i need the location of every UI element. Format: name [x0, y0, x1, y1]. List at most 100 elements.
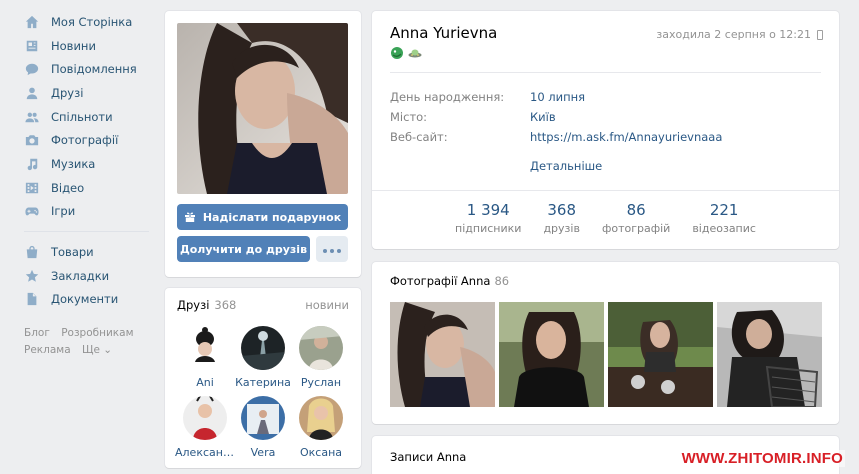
friend-name: Vera: [250, 446, 276, 459]
home-icon: [24, 14, 39, 29]
counter-number: 1 394: [466, 201, 510, 219]
photo-thumbnail[interactable]: [717, 302, 822, 407]
counter-label: фотографій: [601, 222, 671, 235]
counter-number: 86: [626, 201, 646, 219]
site-watermark: WWW.ZHITOMIR.INFO: [679, 450, 845, 467]
show-more-info-link[interactable]: Детальніше: [530, 159, 602, 173]
photo-thumbnail[interactable]: [390, 302, 495, 407]
sidebar-item-goods[interactable]: Товари: [20, 240, 155, 264]
sidebar-item-friends[interactable]: Друзі: [20, 81, 155, 105]
friends-news-link[interactable]: нoвини: [305, 298, 349, 312]
friend-name: Александ...: [175, 446, 235, 459]
profile-name: Anna Yurievna: [390, 24, 498, 42]
counter-label: друзів: [543, 222, 580, 235]
user-icon: [24, 85, 39, 100]
sidebar-item-music[interactable]: Музика: [20, 152, 155, 176]
add-friend-button[interactable]: Долучити до друзів: [177, 236, 310, 262]
friend-avatar: [183, 396, 227, 440]
photos-header[interactable]: Фотографії Anna 86: [390, 274, 509, 288]
counter-label: підписники: [455, 222, 522, 235]
dragon-emoji-icon[interactable]: [390, 46, 404, 60]
friends-header: Друзі 368 нoвини: [177, 298, 349, 312]
sidebar-item-games[interactable]: Ігри: [20, 200, 155, 224]
friend-item[interactable]: Оксана: [291, 396, 351, 459]
info-row-birthday: День народження: 10 липня: [390, 90, 585, 104]
sidebar-item-label: Музика: [51, 156, 96, 171]
sidebar-item-label: Спільноти: [51, 109, 113, 124]
city-link[interactable]: Київ: [530, 110, 556, 124]
send-gift-label: Надіслати подарунок: [202, 210, 342, 224]
last-seen-status: заходила 2 серпня о 12:21: [656, 28, 823, 41]
sidebar-item-bookmarks[interactable]: Закладки: [20, 264, 155, 288]
friend-avatar: [299, 326, 343, 370]
sidebar-item-news[interactable]: Новини: [20, 34, 155, 58]
posts-title[interactable]: Записи Anna: [390, 450, 466, 464]
friend-name: Руслан: [300, 376, 342, 389]
counter-number: 221: [709, 201, 739, 219]
left-sidebar: Моя Сторінка Новини Повідомлення Друзі С…: [20, 10, 155, 359]
counter-videos[interactable]: 221 відеозапис: [681, 201, 767, 235]
footer-link-developers[interactable]: Розробникам: [61, 327, 133, 339]
photo-thumbnail[interactable]: [608, 302, 713, 407]
friends-title[interactable]: Друзі: [177, 298, 209, 312]
info-row-city: Місто: Київ: [390, 110, 556, 124]
sidebar-item-photos[interactable]: Фотографії: [20, 128, 155, 152]
divider: [372, 190, 839, 191]
footer-link-ads[interactable]: Реклама: [24, 344, 71, 356]
sidebar-item-label: Повідомлення: [51, 62, 137, 77]
users-icon: [24, 109, 39, 124]
sidebar-divider: [24, 231, 149, 233]
friends-count: 368: [214, 298, 237, 312]
website-link[interactable]: https://m.ask.fm/Annayurievnaaa: [530, 130, 722, 144]
friend-avatar: [241, 326, 285, 370]
profile-badges: [390, 46, 422, 60]
photos-count: 86: [494, 274, 510, 288]
more-actions-button[interactable]: [316, 236, 348, 262]
gamepad-icon: [24, 204, 39, 219]
music-icon: [24, 156, 39, 171]
message-icon: [24, 62, 39, 77]
photo-thumbnail[interactable]: [499, 302, 604, 407]
friend-item[interactable]: Руслан: [291, 326, 351, 389]
counter-followers[interactable]: 1 394 підписники: [444, 201, 532, 235]
info-label: День народження:: [390, 90, 505, 104]
sidebar-item-label: Товари: [51, 245, 94, 260]
sidebar-item-messages[interactable]: Повідомлення: [20, 57, 155, 81]
friends-card: Друзі 368 нoвини Ani Катерина Руслан Алек…: [165, 288, 361, 468]
document-icon: [24, 292, 39, 307]
counter-photos[interactable]: 86 фотографій: [591, 201, 681, 235]
friend-name: Ani: [196, 376, 214, 389]
sidebar-item-communities[interactable]: Спільноти: [20, 105, 155, 129]
friend-item[interactable]: Vera: [233, 396, 293, 459]
friend-item[interactable]: Катерина: [233, 326, 293, 389]
sidebar-item-label: Закладки: [51, 268, 110, 283]
add-friend-label: Долучити до друзів: [179, 242, 308, 256]
bag-icon: [24, 245, 39, 260]
star-icon: [24, 268, 39, 283]
sidebar-item-label: Моя Сторінка: [51, 14, 133, 29]
divider: [390, 72, 821, 73]
sidebar-item-label: Ігри: [51, 204, 76, 219]
friend-avatar: [299, 396, 343, 440]
sidebar-item-video[interactable]: Відео: [20, 176, 155, 200]
friend-name: Оксана: [299, 446, 343, 459]
friend-avatar: [183, 326, 227, 370]
footer-link-more[interactable]: Ще ⌄: [82, 344, 112, 356]
info-row-website: Веб-сайт: https://m.ask.fm/Annayurievnaa…: [390, 130, 722, 144]
sidebar-item-label: Документи: [51, 292, 119, 307]
sidebar-item-documents[interactable]: Документи: [20, 288, 155, 312]
footer-link-blog[interactable]: Блог: [24, 327, 50, 339]
friend-item[interactable]: Александ...: [175, 396, 235, 459]
birthday-link[interactable]: 10 липня: [530, 90, 585, 104]
gift-icon: [184, 212, 195, 222]
profile-avatar[interactable]: [177, 23, 348, 194]
send-gift-button[interactable]: Надіслати подарунок: [177, 204, 348, 230]
friend-item[interactable]: Ani: [175, 326, 235, 389]
ufo-emoji-icon[interactable]: [408, 46, 422, 60]
profile-info-card: Anna Yurievna заходила 2 серпня о 12:21 …: [372, 11, 839, 249]
counter-friends[interactable]: 368 друзів: [532, 201, 591, 235]
friend-avatar: [241, 396, 285, 440]
sidebar-item-label: Відео: [51, 180, 85, 195]
sidebar-item-my-page[interactable]: Моя Сторінка: [20, 10, 155, 34]
avatar-card: Надіслати подарунок Долучити до друзів: [165, 11, 361, 277]
